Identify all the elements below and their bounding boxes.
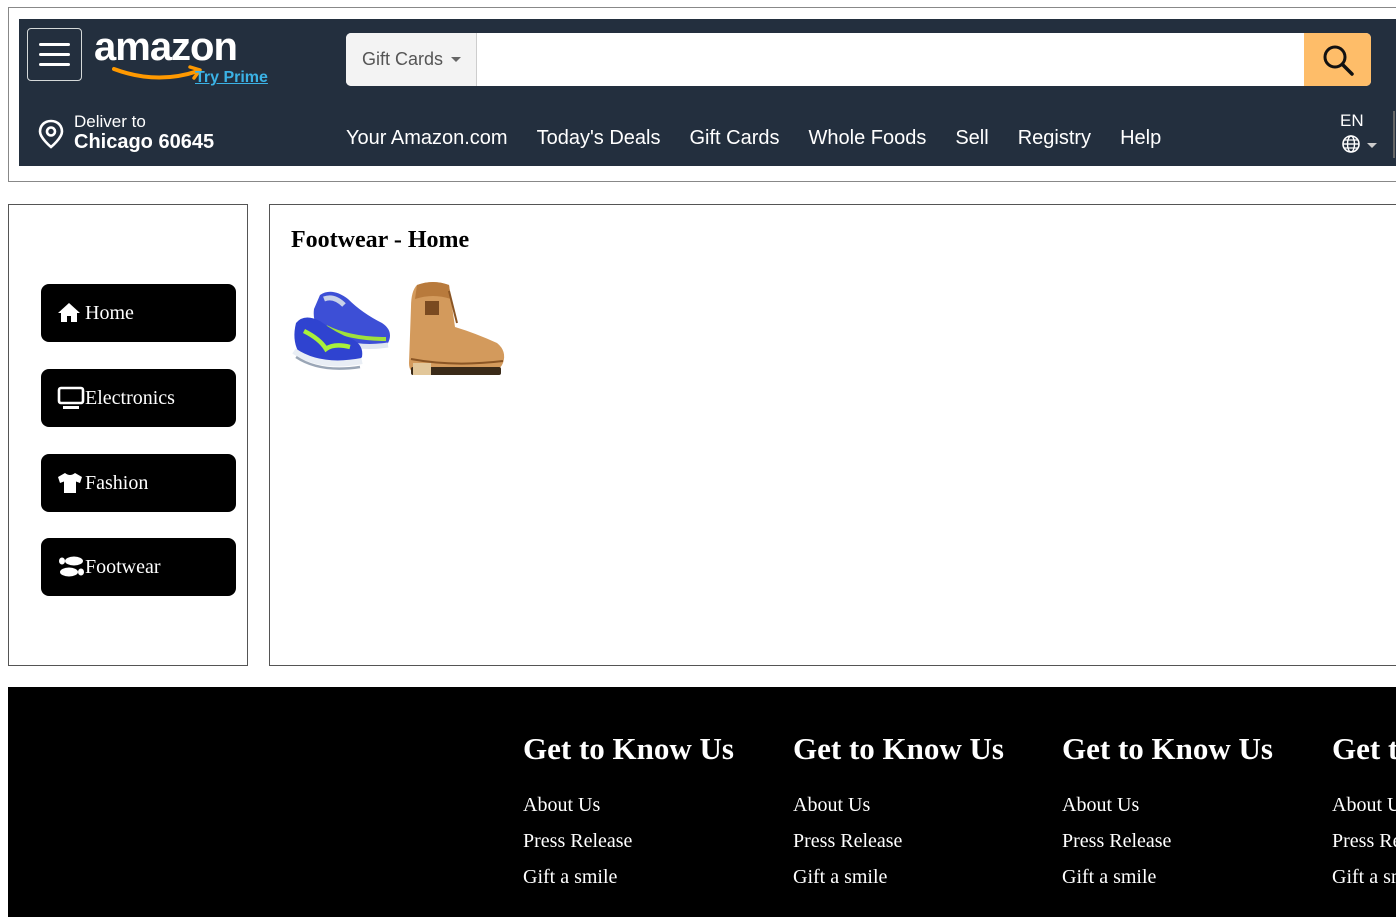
menu-bar <box>39 53 70 56</box>
nav-divider <box>1393 111 1395 158</box>
sidebar-item-label: Electronics <box>85 386 175 409</box>
search-input[interactable] <box>477 33 1304 86</box>
logo-text: amazon <box>94 25 238 69</box>
sidebar-item-home[interactable]: Home <box>41 284 236 342</box>
footer-heading: Get to Know Us <box>793 731 1004 766</box>
nav-link-help[interactable]: Help <box>1120 127 1161 153</box>
nav-link-your-amazon[interactable]: Your Amazon.com <box>346 127 508 153</box>
sidebar: Home Electronics Fashion Footwear <box>8 204 248 666</box>
menu-bar <box>39 43 70 46</box>
footer-link-about-us[interactable]: About Us <box>1332 787 1396 823</box>
amazon-logo[interactable]: amazon Try Prime <box>94 25 284 87</box>
try-prime-link[interactable]: Try Prime <box>195 69 268 87</box>
footer-link-about-us[interactable]: About Us <box>793 787 1053 823</box>
footer-link-gift-a-smile[interactable]: Gift a smile <box>523 859 783 895</box>
search-category-label: Gift Cards <box>362 49 444 69</box>
nav-link-todays-deals[interactable]: Today's Deals <box>537 127 661 153</box>
monitor-icon <box>57 386 85 410</box>
footer-column: Get to Know Us About Us Press Release Gi… <box>1332 729 1396 895</box>
deliver-to-location[interactable]: Deliver to Chicago 60645 <box>37 111 237 155</box>
product-tan-leather-boot[interactable] <box>403 277 509 383</box>
footer-link-about-us[interactable]: About Us <box>1062 787 1322 823</box>
product-blue-running-shoe[interactable] <box>290 277 396 383</box>
footer-column: Get to Know Us About Us Press Release Gi… <box>793 729 1053 895</box>
globe-icon <box>1342 135 1360 153</box>
hamburger-menu-button[interactable] <box>27 28 82 81</box>
smile-arrow-icon <box>112 65 202 80</box>
nav-links: Your Amazon.com Today's Deals Gift Cards… <box>346 127 1190 153</box>
footer: Get to Know Us About Us Press Release Gi… <box>8 687 1396 917</box>
nav-link-sell[interactable]: Sell <box>955 127 988 153</box>
nav-link-whole-foods[interactable]: Whole Foods <box>809 127 927 153</box>
chevron-down-icon <box>451 57 462 62</box>
language-selector[interactable]: EN <box>1339 111 1389 157</box>
chevron-down-icon <box>1367 143 1377 148</box>
sidebar-item-label: Fashion <box>85 471 149 494</box>
leather-boot-image <box>409 282 505 375</box>
search-category-dropdown[interactable]: Gift Cards <box>346 33 477 86</box>
sidebar-item-label: Footwear <box>85 555 161 578</box>
footer-heading: Get to Know Us <box>1062 731 1273 766</box>
footer-column: Get to Know Us About Us Press Release Gi… <box>1062 729 1322 895</box>
location-pin-icon <box>38 119 64 149</box>
footer-link-press-release[interactable]: Press Release <box>1332 823 1396 859</box>
footer-link-gift-a-smile[interactable]: Gift a smile <box>793 859 1053 895</box>
search-button[interactable] <box>1304 33 1371 86</box>
sidebar-item-fashion[interactable]: Fashion <box>41 454 236 512</box>
running-shoe-image <box>292 291 390 370</box>
sidebar-item-electronics[interactable]: Electronics <box>41 369 236 427</box>
search-icon <box>1323 45 1354 76</box>
sidebar-item-footwear[interactable]: Footwear <box>41 538 236 596</box>
footer-link-gift-a-smile[interactable]: Gift a smile <box>1332 859 1396 895</box>
deliver-label: Deliver to <box>74 112 146 131</box>
main-content: Footwear - Home <box>269 204 1396 666</box>
sidebar-item-label: Home <box>85 301 134 324</box>
page-title: Footwear - Home <box>291 227 470 253</box>
footer-link-press-release[interactable]: Press Release <box>523 823 783 859</box>
footer-heading: Get to Know Us <box>523 731 734 766</box>
footer-link-about-us[interactable]: About Us <box>523 787 783 823</box>
language-code: EN <box>1340 111 1364 130</box>
footer-link-press-release[interactable]: Press Release <box>793 823 1053 859</box>
home-icon <box>57 302 85 324</box>
nav-link-registry[interactable]: Registry <box>1018 127 1091 153</box>
footer-link-press-release[interactable]: Press Release <box>1062 823 1322 859</box>
footer-heading: Get to Know Us <box>1332 731 1396 766</box>
search-bar: Gift Cards <box>346 33 1371 86</box>
tshirt-icon <box>57 472 85 494</box>
footer-link-gift-a-smile[interactable]: Gift a smile <box>1062 859 1322 895</box>
deliver-location: Chicago 60645 <box>74 131 215 153</box>
navbar: amazon Try Prime Gift Cards Deliver to C… <box>19 19 1396 166</box>
menu-bar <box>39 63 70 66</box>
shoe-prints-icon <box>57 555 85 579</box>
footer-column: Get to Know Us About Us Press Release Gi… <box>523 729 783 895</box>
nav-link-gift-cards[interactable]: Gift Cards <box>689 127 779 153</box>
